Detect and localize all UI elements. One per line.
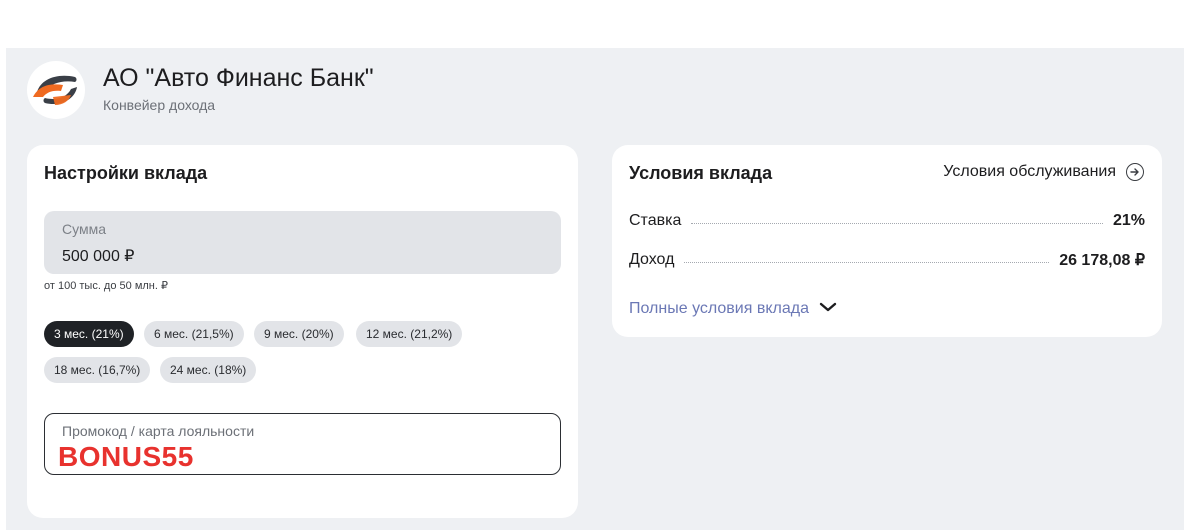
deposit-settings-card: Настройки вклада Сумма 500 000 ₽ от 100 … bbox=[27, 145, 578, 518]
term-chip-12[interactable]: 12 мес. (21,2%) bbox=[356, 321, 463, 347]
service-terms-label: Условия обслуживания bbox=[943, 163, 1116, 180]
term-chip-24[interactable]: 24 мес. (18%) bbox=[160, 357, 257, 383]
rate-label: Ставка bbox=[629, 212, 682, 229]
term-chip-18[interactable]: 18 мес. (16,7%) bbox=[44, 357, 151, 383]
income-row: Доход 26 178,08 ₽ bbox=[629, 250, 1145, 270]
income-label: Доход bbox=[629, 251, 675, 268]
amount-label: Сумма bbox=[62, 221, 106, 237]
promo-code-label: Промокод / карта лояльности bbox=[62, 423, 255, 439]
rate-value: 21% bbox=[1112, 212, 1145, 229]
product-name: Конвейер дохода bbox=[103, 97, 216, 113]
term-chip-9[interactable]: 9 мес. (20%) bbox=[254, 321, 344, 347]
dotted-leader bbox=[691, 222, 1103, 224]
promo-code-field[interactable]: Промокод / карта лояльности BONUS55 bbox=[44, 413, 561, 475]
amount-hint: от 100 тыс. до 50 млн. ₽ bbox=[44, 280, 168, 292]
income-value: 26 178,08 ₽ bbox=[1059, 252, 1145, 269]
rate-row: Ставка 21% bbox=[629, 212, 1145, 230]
bank-logo-icon bbox=[27, 61, 85, 119]
full-conditions-link[interactable]: Полные условия вклада bbox=[629, 300, 837, 318]
conditions-title: Условия вклада bbox=[629, 163, 773, 183]
deposit-conditions-card: Условия вклада Условия обслуживания Став… bbox=[612, 145, 1162, 337]
amount-field[interactable]: Сумма 500 000 ₽ bbox=[44, 211, 561, 274]
service-terms-link[interactable]: Условия обслуживания bbox=[943, 163, 1144, 181]
arrow-right-circle-icon bbox=[1126, 163, 1144, 181]
settings-title: Настройки вклада bbox=[44, 163, 208, 183]
full-conditions-label: Полные условия вклада bbox=[629, 300, 809, 317]
chevron-down-icon bbox=[819, 300, 837, 318]
promo-code-value[interactable]: BONUS55 bbox=[58, 441, 194, 473]
bank-name: АО "Авто Финанс Банк" bbox=[103, 64, 374, 92]
term-chip-3[interactable]: 3 мес. (21%) bbox=[44, 321, 134, 347]
dotted-leader bbox=[684, 261, 1050, 263]
amount-value[interactable]: 500 000 ₽ bbox=[62, 246, 134, 266]
term-chip-6[interactable]: 6 мес. (21,5%) bbox=[144, 321, 244, 347]
